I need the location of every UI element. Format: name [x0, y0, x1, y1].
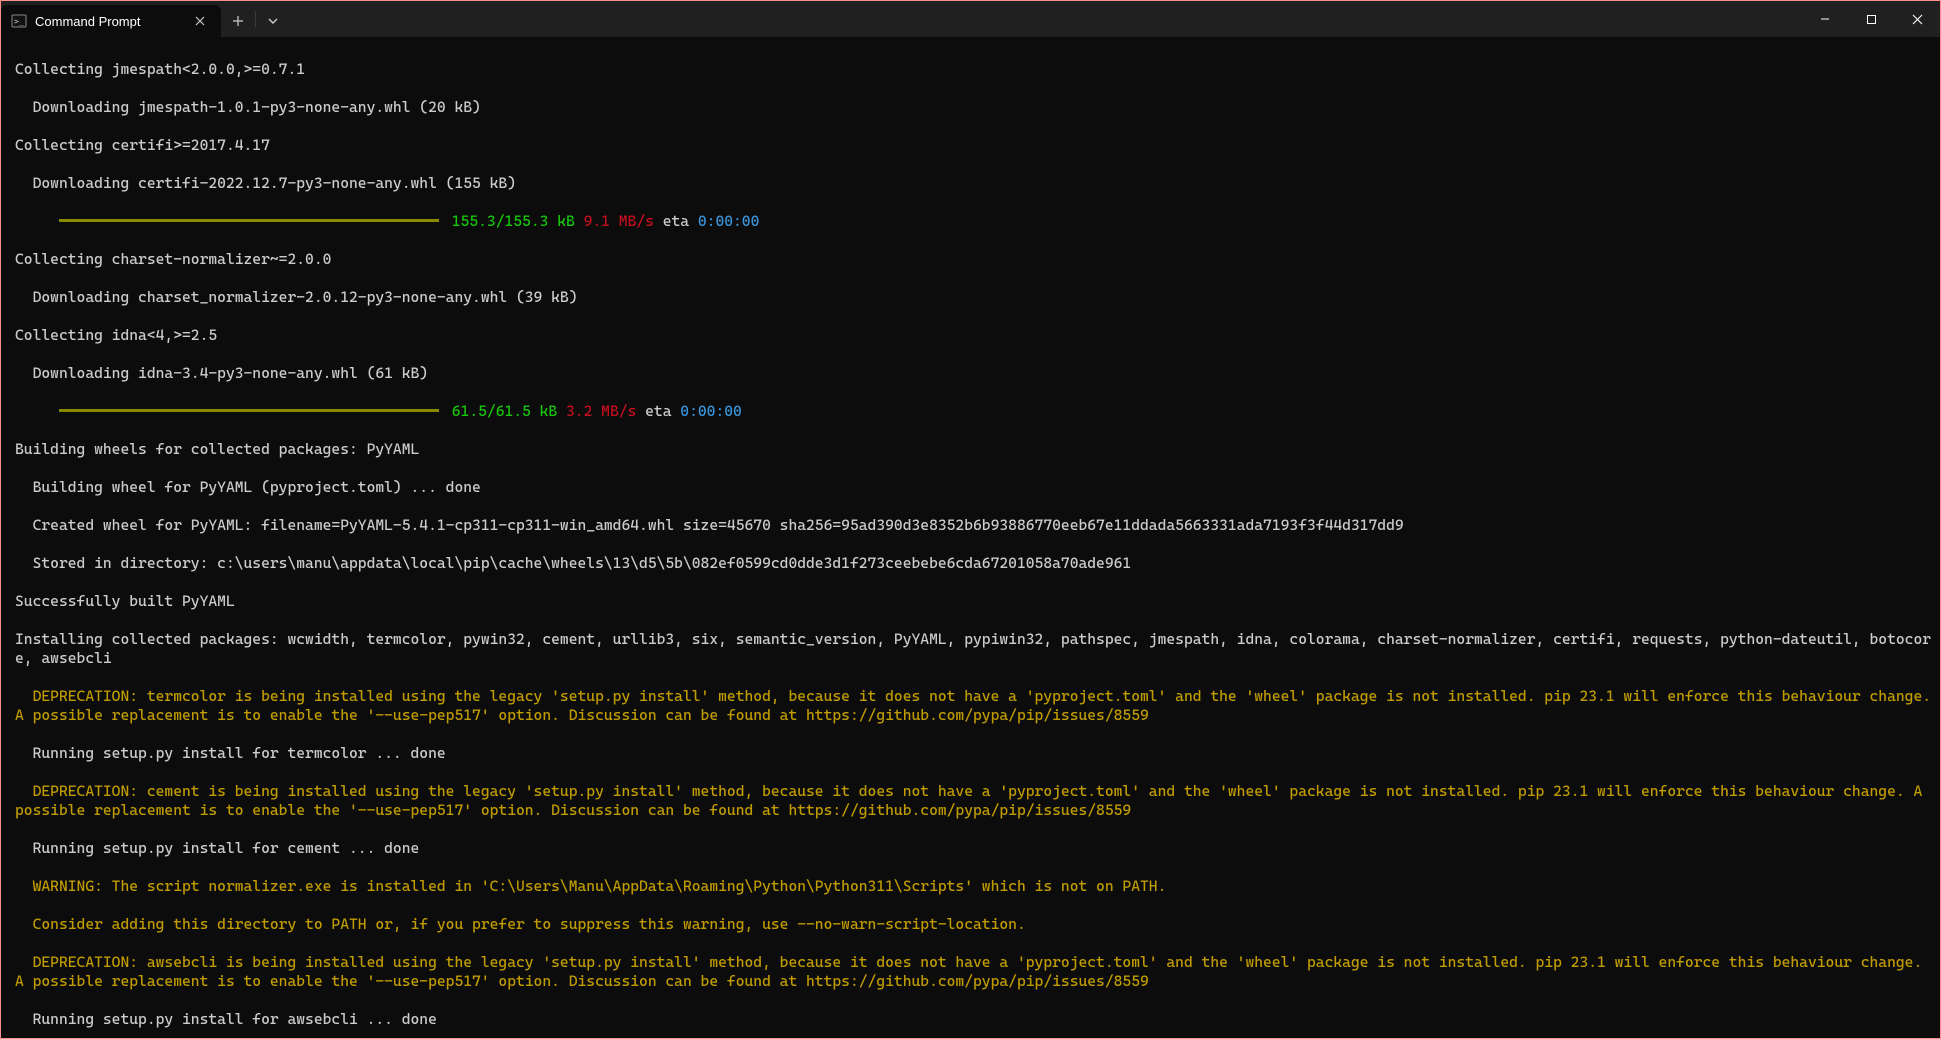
progress-eta-label: eta	[636, 402, 680, 420]
tab-close-button[interactable]	[191, 12, 209, 30]
progress-line: 155.3/155.3 kB 9.1 MB/s eta 0:00:00	[15, 212, 1934, 231]
output-line: Collecting charset-normalizer~=2.0.0	[15, 250, 1934, 269]
output-line: Collecting jmespath<2.0.0,>=0.7.1	[15, 60, 1934, 79]
close-button[interactable]	[1894, 1, 1940, 37]
output-line: Downloading certifi-2022.12.7-py3-none-a…	[15, 174, 1934, 193]
deprecation-line: DEPRECATION: cement is being installed u…	[15, 782, 1934, 820]
output-line: Collecting idna<4,>=2.5	[15, 326, 1934, 345]
progress-line: 61.5/61.5 kB 3.2 MB/s eta 0:00:00	[15, 402, 1934, 421]
window-root: >_ Command Prompt Collecting	[1, 1, 1940, 1038]
progress-size: 61.5/61.5 kB	[443, 402, 557, 420]
output-line: Successfully built PyYAML	[15, 592, 1934, 611]
terminal-output[interactable]: Collecting jmespath<2.0.0,>=0.7.1 Downlo…	[1, 37, 1940, 1038]
maximize-button[interactable]	[1848, 1, 1894, 37]
progress-eta: 0:00:00	[698, 212, 760, 230]
titlebar[interactable]: >_ Command Prompt	[1, 1, 1940, 37]
progress-speed: 9.1 MB/s	[575, 212, 654, 230]
output-line: Stored in directory: c:\users\manu\appda…	[15, 554, 1934, 573]
tab-command-prompt[interactable]: >_ Command Prompt	[1, 5, 221, 37]
window-controls	[1802, 1, 1940, 37]
progress-size: 155.3/155.3 kB	[443, 212, 575, 230]
cmd-icon: >_	[11, 13, 27, 29]
svg-text:>_: >_	[14, 17, 24, 26]
progress-speed: 3.2 MB/s	[557, 402, 636, 420]
output-line: Running setup.py install for termcolor .…	[15, 744, 1934, 763]
titlebar-drag-area[interactable]	[290, 1, 1802, 37]
output-line: Running setup.py install for awsebcli ..…	[15, 1010, 1934, 1029]
output-line: Installing collected packages: wcwidth, …	[15, 630, 1934, 668]
output-line: Building wheel for PyYAML (pyproject.tom…	[15, 478, 1934, 497]
output-line: Downloading idna-3.4-py3-none-any.whl (6…	[15, 364, 1934, 383]
tab-title: Command Prompt	[35, 14, 183, 29]
progress-bar	[59, 409, 439, 412]
progress-eta: 0:00:00	[680, 402, 742, 420]
progress-bar	[59, 219, 439, 222]
new-tab-button[interactable]	[221, 5, 255, 37]
warning-line: Consider adding this directory to PATH o…	[15, 915, 1934, 934]
deprecation-line: DEPRECATION: awsebcli is being installed…	[15, 953, 1934, 991]
deprecation-line: DEPRECATION: termcolor is being installe…	[15, 687, 1934, 725]
output-line: Running setup.py install for cement ... …	[15, 839, 1934, 858]
warning-line: WARNING: The script normalizer.exe is in…	[15, 877, 1934, 896]
output-line: Downloading jmespath-1.0.1-py3-none-any.…	[15, 98, 1934, 117]
output-line: Building wheels for collected packages: …	[15, 440, 1934, 459]
minimize-button[interactable]	[1802, 1, 1848, 37]
output-line: Downloading charset_normalizer-2.0.12-py…	[15, 288, 1934, 307]
output-line: Created wheel for PyYAML: filename=PyYAM…	[15, 516, 1934, 535]
progress-eta-label: eta	[654, 212, 698, 230]
output-line: Collecting certifi>=2017.4.17	[15, 136, 1934, 155]
tab-dropdown-button[interactable]	[256, 5, 290, 37]
